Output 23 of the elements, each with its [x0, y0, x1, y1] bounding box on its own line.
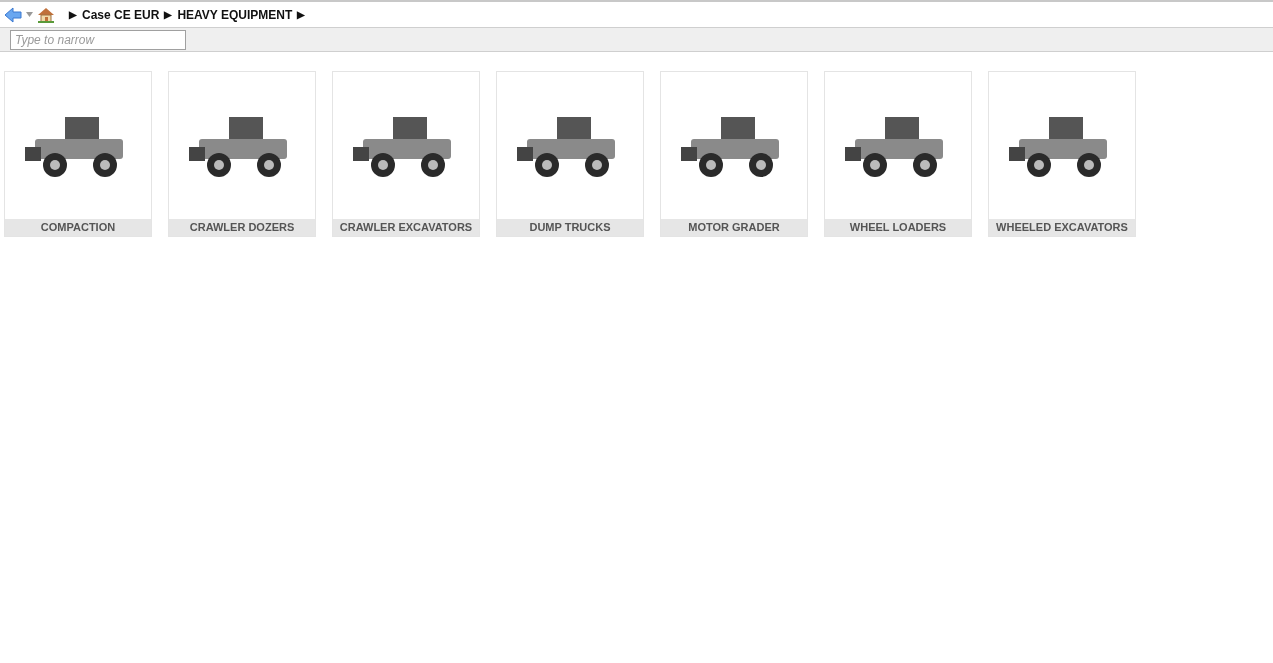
category-tile[interactable]: DUMP TRUCKS — [496, 71, 644, 237]
breadcrumb-link[interactable]: HEAVY EQUIPMENT — [177, 5, 293, 24]
category-tile[interactable]: WHEELED EXCAVATORS — [988, 71, 1136, 237]
breadcrumb-separator: ▶ — [164, 8, 173, 22]
back-arrow-icon[interactable] — [4, 6, 22, 23]
category-label: WHEELED EXCAVATORS — [989, 219, 1135, 236]
breadcrumb-separator: ▶ — [69, 8, 77, 22]
dropdown-caret-icon[interactable] — [26, 12, 33, 17]
category-tile[interactable]: CRAWLER DOZERS — [168, 71, 316, 237]
home-icon[interactable] — [37, 6, 55, 23]
filter-input-field[interactable]: Type to narrow — [10, 29, 186, 50]
category-label: MOTOR GRADER — [661, 219, 807, 236]
category-tile[interactable]: COMPACTION — [4, 71, 152, 237]
category-label: COMPACTION — [5, 219, 151, 236]
category-tile[interactable]: CRAWLER EXCAVATORS — [332, 71, 480, 237]
category-label: CRAWLER DOZERS — [169, 219, 315, 236]
breadcrumb-separator: ▶ — [297, 8, 306, 22]
category-label: CRAWLER EXCAVATORS — [333, 219, 479, 236]
category-label: WHEEL LOADERS — [825, 219, 971, 236]
category-tile[interactable]: WHEEL LOADERS — [824, 71, 972, 237]
category-label: DUMP TRUCKS — [497, 219, 643, 236]
category-tile[interactable]: MOTOR GRADER — [660, 71, 808, 237]
breadcrumb-link[interactable]: Case CE EUR — [82, 5, 160, 24]
